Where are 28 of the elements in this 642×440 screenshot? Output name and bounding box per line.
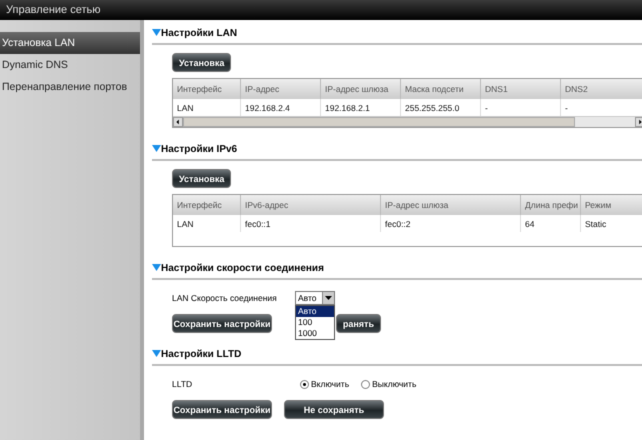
speed-dropdown[interactable]: Авто	[295, 291, 335, 305]
scroll-right-icon[interactable]	[635, 117, 642, 127]
cancel-button[interactable]: ранять	[336, 314, 381, 333]
field-label: LLTD	[172, 379, 194, 389]
caret-icon	[325, 296, 332, 300]
dropdown-menu-option[interactable]: Авто	[296, 306, 334, 317]
horizontal-scrollbar[interactable]	[173, 116, 642, 127]
sidebar-item[interactable]: Установка LAN	[0, 32, 140, 54]
collapse-triangle-icon[interactable]	[152, 264, 161, 270]
sidebar-item[interactable]: Dynamic DNS	[0, 54, 140, 76]
collapse-triangle-icon[interactable]	[152, 144, 161, 152]
setup-button[interactable]: Установка	[172, 53, 232, 72]
field-label: LAN Скорость соединения	[172, 293, 278, 303]
save-button[interactable]: Сохранить настройки	[172, 400, 272, 419]
sidebar-item[interactable]: Перенаправление портов	[0, 76, 140, 98]
save-button[interactable]: Сохранить настройки	[172, 314, 272, 333]
setup-button[interactable]: Установка	[172, 169, 232, 188]
window-title: Управление сетью	[0, 0, 642, 20]
section-title: Настройки LLTD	[161, 348, 242, 360]
section-title: Настройки скорости соединения	[161, 262, 324, 274]
radio-option[interactable]: Включить	[300, 379, 350, 389]
cancel-button[interactable]: Не сохранять	[284, 400, 384, 419]
radio-option[interactable]: Выключить	[361, 379, 416, 389]
scroll-left-icon[interactable]	[173, 117, 183, 127]
section-title: Настройки IPv6	[161, 144, 238, 154]
collapse-triangle-icon[interactable]	[152, 28, 161, 36]
collapse-triangle-icon[interactable]	[152, 350, 161, 356]
section-title: Настройки LAN	[161, 28, 238, 38]
